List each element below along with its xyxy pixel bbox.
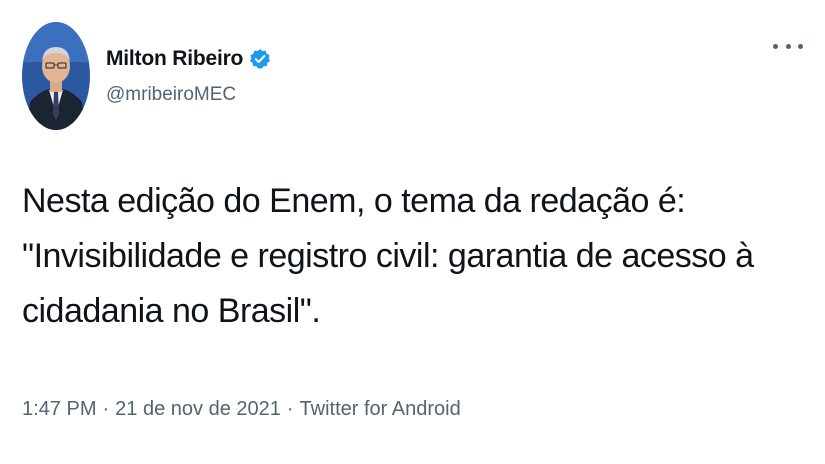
tweet-meta: 1:47 PM · 21 de nov de 2021 · Twitter for An… [22, 398, 461, 421]
tweet-text-line: Nesta edição do Enem, o tema da redação … [22, 182, 686, 220]
more-options-button[interactable] [773, 36, 803, 56]
verified-badge-icon [249, 48, 271, 70]
meta-separator: · [286, 398, 294, 420]
tweet-source[interactable]: Twitter for Android [300, 398, 461, 420]
tweet-header: Milton Ribeiro @mribeiroMEC [22, 22, 271, 130]
tweet-card: Milton Ribeiro @mribeiroMEC Nesta edição… [0, 0, 825, 464]
tweet-time[interactable]: 1:47 PM [22, 398, 96, 420]
author-name-row: Milton Ribeiro [106, 44, 271, 74]
tweet-date[interactable]: 21 de nov de 2021 [115, 398, 281, 420]
more-horizontal-icon [785, 43, 791, 49]
meta-separator: · [102, 398, 110, 420]
more-horizontal-icon [773, 43, 778, 49]
tweet-text-line: cidadania no Brasil". [22, 292, 321, 330]
more-horizontal-icon [798, 43, 803, 49]
author-handle[interactable]: @mribeiroMEC [106, 84, 271, 106]
tweet-text-line: "Invisibilidade e registro civil: garant… [22, 237, 754, 275]
author-name[interactable]: Milton Ribeiro [106, 47, 243, 71]
tweet-text: Nesta edição do Enem, o tema da redação … [22, 174, 802, 339]
author-identity: Milton Ribeiro @mribeiroMEC [106, 44, 271, 106]
avatar[interactable] [22, 22, 90, 130]
